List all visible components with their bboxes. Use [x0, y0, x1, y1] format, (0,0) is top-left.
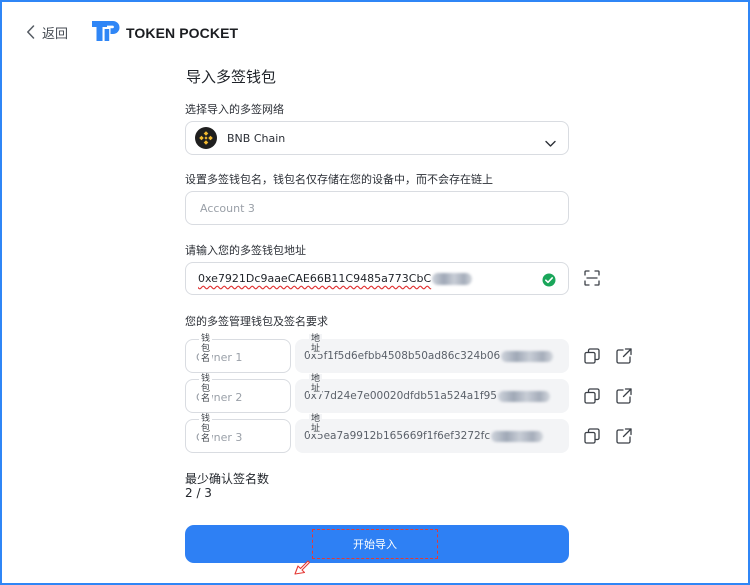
- owner-address-field: 0x5f1f5d6efbb4508b50ad86c324b06: [295, 339, 569, 373]
- tp-logo-icon: [92, 20, 120, 46]
- brand-name: TOKEN POCKET: [126, 25, 239, 41]
- back-button[interactable]: 返回: [26, 22, 68, 42]
- copy-icon[interactable]: [584, 428, 600, 448]
- owner-address-value: 0x5ea7a9912b165669f1f6ef3272fc: [304, 430, 544, 442]
- wallet-name-input[interactable]: [198, 200, 552, 216]
- redacted-blur: [432, 273, 473, 285]
- owner-address-legend: 地址: [309, 414, 323, 434]
- page-title: 导入多签钱包: [186, 68, 277, 86]
- multisig-address-label: 请输入您的多签钱包地址: [185, 244, 306, 257]
- chevron-left-icon: [26, 25, 35, 39]
- network-label: 选择导入的多签网络: [185, 103, 284, 116]
- check-circle-icon: [542, 272, 556, 291]
- scan-qr-icon[interactable]: [584, 270, 600, 290]
- owner-address-legend: 地址: [309, 374, 323, 394]
- owner-address-field: 0x5ea7a9912b165669f1f6ef3272fc: [295, 419, 569, 453]
- redacted-blur: [501, 350, 554, 362]
- owner-address-value: 0x77d24e7e00020dfdb51a524a1f95: [304, 390, 550, 402]
- threshold-value: 2 / 3: [185, 486, 212, 500]
- owner-address-field: 0x77d24e7e00020dfdb51a524a1f95: [295, 379, 569, 413]
- external-link-icon[interactable]: [616, 428, 632, 448]
- multisig-address-field[interactable]: 0xe7921Dc9aaeCAE66B11C9485a773CbC: [185, 262, 569, 295]
- copy-icon[interactable]: [584, 388, 600, 408]
- bnb-chain-icon: [195, 127, 217, 149]
- back-label: 返回: [42, 26, 69, 42]
- network-name: BNB Chain: [227, 131, 286, 145]
- wallet-name-label: 设置多签钱包名，钱包名仅存储在您的设备中，而不会存在链上: [185, 173, 493, 186]
- network-select[interactable]: BNB Chain: [185, 121, 569, 155]
- cursor-arrow-icon: [294, 557, 316, 579]
- owner-name-legend: 钱包名: [199, 414, 213, 444]
- wallet-name-field[interactable]: [185, 191, 569, 225]
- copy-icon[interactable]: [584, 348, 600, 368]
- owners-label: 您的多签管理钱包及签名要求: [185, 315, 328, 328]
- multisig-address-value[interactable]: 0xe7921Dc9aaeCAE66B11C9485a773CbC: [198, 272, 473, 285]
- threshold-label: 最少确认签名数: [185, 472, 270, 486]
- redacted-blur: [497, 390, 550, 402]
- owner-address-value: 0x5f1f5d6efbb4508b50ad86c324b06: [304, 350, 554, 362]
- owner-address-legend: 地址: [309, 334, 323, 354]
- external-link-icon[interactable]: [616, 348, 632, 368]
- chevron-down-icon: [545, 133, 556, 152]
- brand-logo: TOKEN POCKET: [92, 20, 238, 46]
- external-link-icon[interactable]: [616, 388, 632, 408]
- owner-name-legend: 钱包名: [199, 334, 213, 364]
- redacted-blur: [491, 430, 544, 442]
- owner-name-legend: 钱包名: [199, 374, 213, 404]
- start-import-label[interactable]: 开始导入: [312, 529, 438, 559]
